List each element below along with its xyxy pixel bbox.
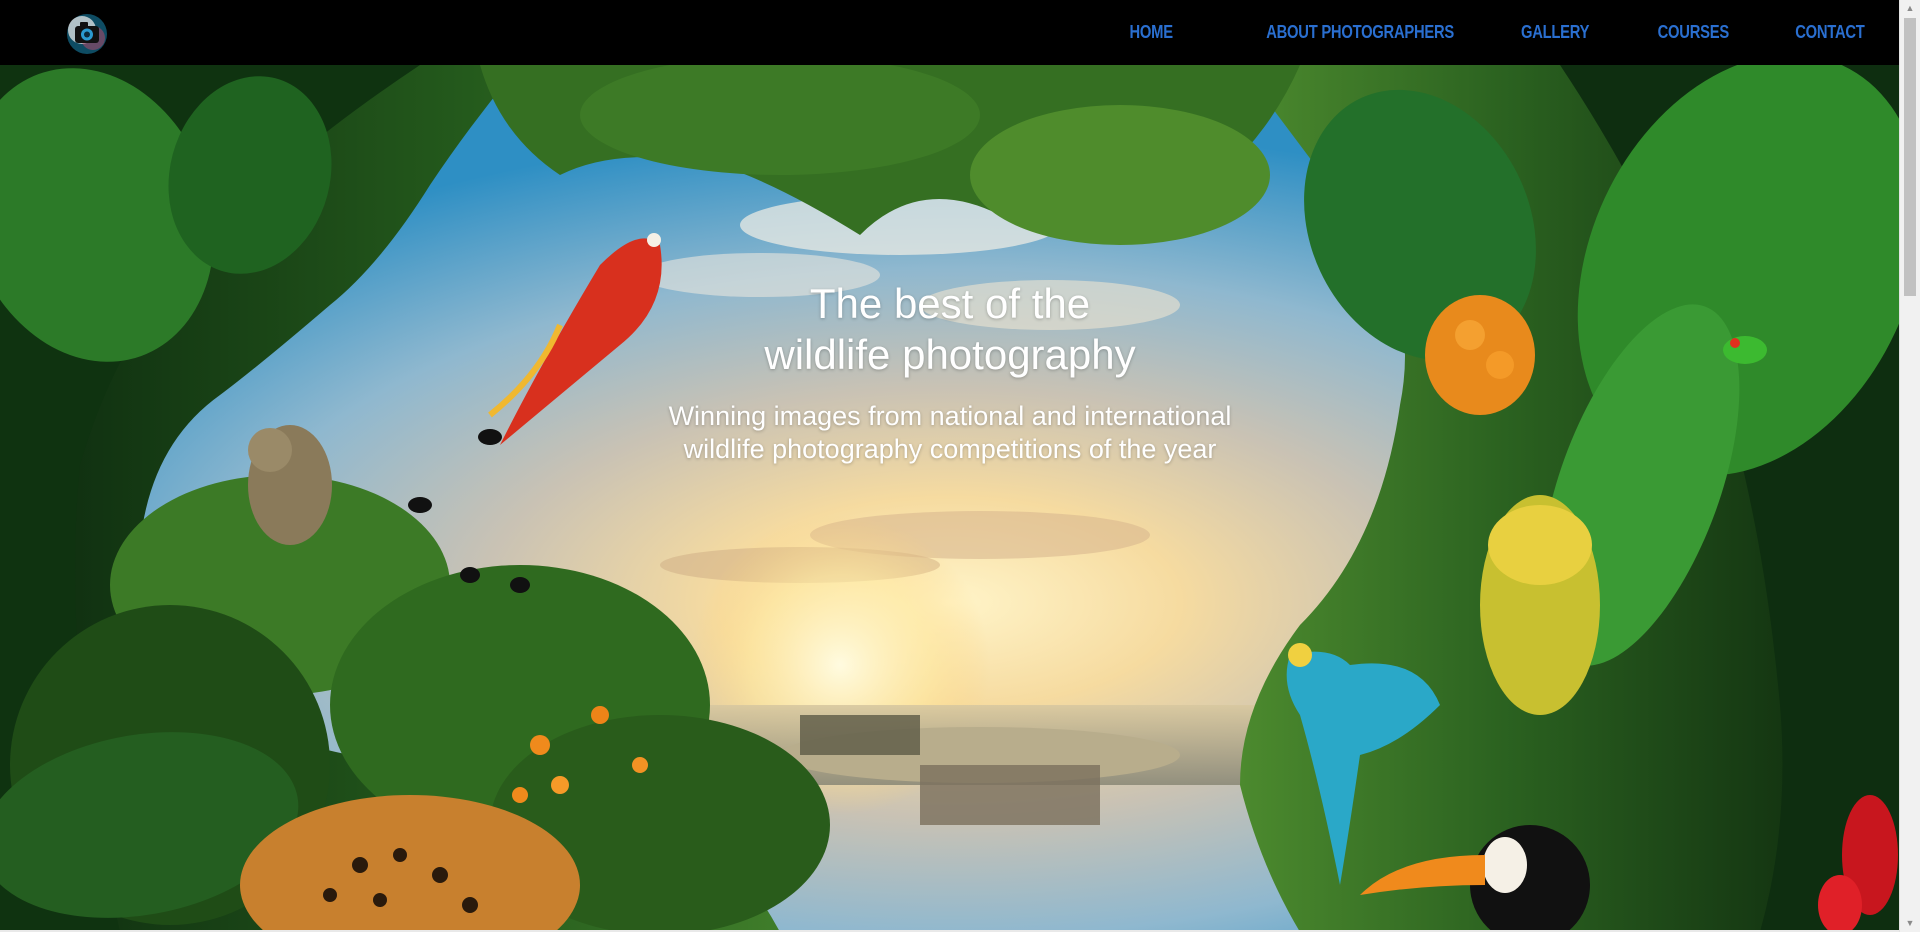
scroll-down-arrow-icon[interactable]: ▼: [1900, 915, 1920, 932]
camera-logo-icon[interactable]: [60, 10, 114, 58]
page: HOME ABOUT PHOTOGRAPHERS GALLERY COURSES…: [0, 0, 1920, 932]
scrollbar-thumb[interactable]: [1904, 18, 1916, 296]
scroll-up-arrow-icon[interactable]: ▲: [1900, 0, 1920, 17]
hero-headline: The best of the wildlife photography: [0, 278, 1900, 380]
site-header: HOME ABOUT PHOTOGRAPHERS GALLERY COURSES…: [0, 0, 1900, 65]
hero-headline-line-1: The best of the: [809, 280, 1091, 327]
hero-section: The best of the wildlife photography Win…: [0, 65, 1900, 932]
vertical-scrollbar[interactable]: ▲ ▼: [1899, 0, 1920, 932]
nav-contact[interactable]: CONTACT: [1796, 22, 1866, 43]
nav-home[interactable]: HOME: [1130, 22, 1174, 43]
main-nav: HOME ABOUT PHOTOGRAPHERS GALLERY COURSES…: [1068, 0, 1865, 65]
hero-headline-line-2: wildlife photography: [764, 331, 1136, 378]
hero-subline: Winning images from national and interna…: [0, 400, 1900, 466]
hero-subline-line-2: wildlife photography competitions of the…: [683, 434, 1217, 464]
hero-subline-line-1: Winning images from national and interna…: [668, 401, 1232, 431]
nav-courses[interactable]: COURSES: [1657, 22, 1729, 43]
nav-about-photographers[interactable]: ABOUT PHOTOGRAPHERS: [1267, 22, 1455, 43]
jungle-background-image: [0, 65, 1900, 932]
nav-gallery[interactable]: GALLERY: [1521, 22, 1589, 43]
